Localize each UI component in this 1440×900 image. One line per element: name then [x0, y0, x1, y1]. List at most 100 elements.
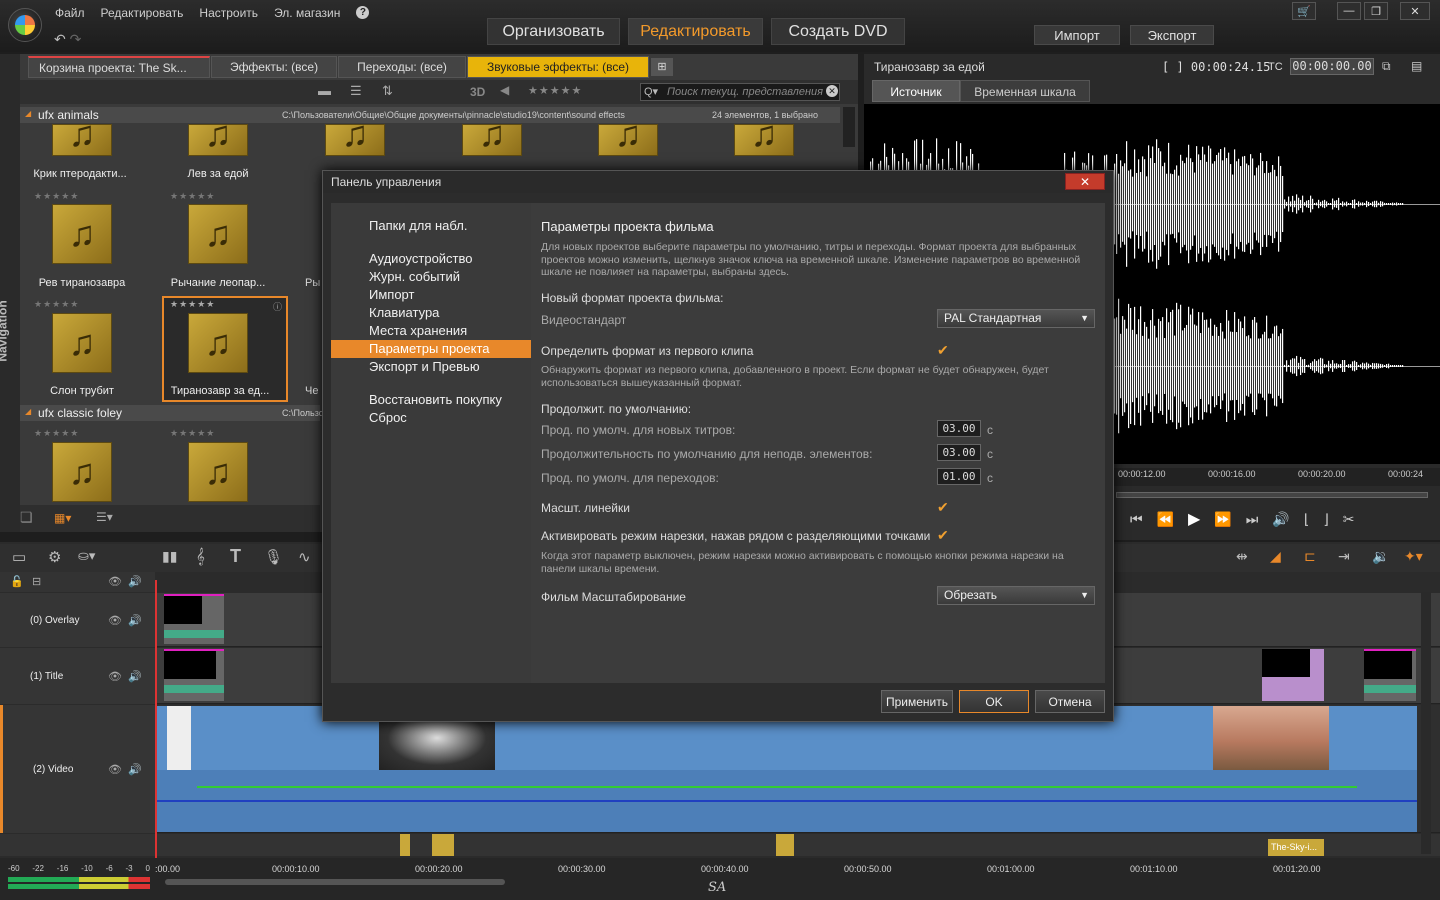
nav-import[interactable]: Импорт — [331, 286, 531, 304]
rating-filter[interactable]: ★★★★★ — [528, 84, 582, 97]
overlay-clip[interactable] — [164, 594, 224, 644]
sound-tile-selected[interactable]: ♫ — [188, 313, 248, 373]
audio-track[interactable]: The-Sky-i... — [0, 834, 1440, 856]
title-clip[interactable] — [1364, 649, 1416, 701]
rating-stars[interactable]: ★★★★★ — [34, 428, 79, 439]
speaker-icon[interactable]: 🔊 — [128, 763, 142, 776]
audio-clip[interactable] — [400, 834, 410, 856]
timeline-ruler[interactable]: :00.00 00:00:10.00 00:00:20.00 00:00:30.… — [0, 858, 1440, 900]
sound-tile[interactable]: ♫ — [188, 204, 248, 264]
menu-settings[interactable]: Настроить — [199, 6, 258, 20]
trim-mode-checkbox[interactable]: ✔ — [937, 528, 951, 542]
trim-icon[interactable]: ⇥ — [1338, 548, 1350, 565]
layers-icon[interactable]: ❏ — [20, 509, 33, 526]
redo-icon[interactable]: ↷ — [70, 31, 82, 47]
menu-edit[interactable]: Редактировать — [101, 6, 184, 20]
scissors-icon[interactable]: ✂ — [1343, 511, 1355, 528]
timecode-input[interactable]: 00:00:00.00 — [1290, 58, 1374, 75]
step-forward-icon[interactable]: ⏩ — [1214, 511, 1231, 528]
microphone-icon[interactable]: 🎙 — [264, 548, 283, 566]
group-header-foley[interactable]: ufx classic foley C:\Пользо — [20, 405, 324, 421]
speaker-icon[interactable]: 🔊 — [128, 575, 142, 588]
help-icon[interactable]: ? — [356, 6, 370, 19]
nav-storage[interactable]: Места хранения — [331, 322, 531, 340]
player-scrubber[interactable] — [1116, 492, 1428, 498]
fullscreen-icon[interactable]: ⧉ — [1382, 59, 1391, 74]
sound-tile[interactable]: ♫ — [734, 113, 794, 156]
audio-mixer-icon[interactable]: ▮▮ — [162, 548, 177, 565]
clear-search-icon[interactable]: ✕ — [826, 85, 838, 97]
timeline-settings-icon[interactable]: ▭ — [12, 548, 26, 566]
transition-duration-input[interactable]: 01.00 — [937, 468, 981, 485]
nav-audio-device[interactable]: Аудиоустройство — [331, 250, 531, 268]
tag-icon[interactable]: ◀ — [500, 83, 509, 97]
undo-icon[interactable]: ↶ — [54, 31, 66, 47]
speaker-icon[interactable]: 🔊 — [128, 670, 142, 683]
list-view-icon[interactable]: ☰▾ — [96, 510, 113, 524]
sound-tile[interactable]: ♫ — [52, 442, 112, 502]
tab-project-bin[interactable]: Корзина проекта: The Sk... — [28, 56, 210, 78]
detect-format-checkbox[interactable]: ✔ — [937, 343, 951, 357]
cart-icon[interactable]: 🛒 — [1292, 2, 1316, 20]
maximize-icon[interactable]: ❐ — [1364, 2, 1388, 20]
navigation-strip[interactable]: Navigation — [0, 54, 20, 532]
organize-button[interactable]: Организовать — [487, 18, 620, 45]
volume-icon[interactable]: 🔊 — [1272, 511, 1289, 528]
library-search-input[interactable]: Поиск текущ. представления — [640, 83, 840, 101]
sound-tile[interactable]: ♫ — [325, 113, 385, 156]
grid-view-icon[interactable]: ▦▾ — [54, 511, 71, 525]
film-scale-dropdown[interactable]: Обрезать — [937, 586, 1095, 605]
layout-icon[interactable]: ▤ — [1411, 59, 1422, 73]
list-view-icon[interactable]: ☰ — [350, 83, 362, 99]
nav-event-log[interactable]: Журн. событий — [331, 268, 531, 286]
apply-button[interactable]: Применить — [881, 690, 953, 713]
rating-stars[interactable]: ★★★★★ — [170, 299, 215, 310]
sound-tile[interactable]: ♫ — [52, 204, 112, 264]
collapse-icon[interactable]: ◢ — [25, 407, 31, 416]
player-ruler[interactable]: 00:00:12.00 00:00:16.00 00:00:20.00 00:0… — [1112, 468, 1440, 486]
rating-stars[interactable]: ★★★★★ — [170, 428, 215, 439]
rating-stars[interactable]: ★★★★★ — [34, 299, 79, 310]
menu-file[interactable]: Файл — [55, 6, 85, 20]
minimize-icon[interactable]: — — [1337, 2, 1361, 20]
track-monitor-icon[interactable]: ⊟ — [32, 575, 41, 588]
export-button[interactable]: Экспорт — [1130, 25, 1214, 45]
close-window-icon[interactable]: ✕ — [1400, 2, 1430, 20]
go-start-icon[interactable]: ⏮ — [1130, 511, 1143, 528]
add-tab-icon[interactable]: ⊞ — [651, 58, 673, 76]
nav-keyboard[interactable]: Клавиатура — [331, 304, 531, 322]
sound-tile[interactable]: ♫ — [52, 113, 112, 156]
title-icon[interactable]: T — [230, 546, 241, 567]
wand-icon[interactable]: ✦▾ — [1404, 548, 1423, 565]
play-icon[interactable]: ▶ — [1188, 509, 1200, 529]
eye-icon[interactable]: 👁 — [108, 670, 122, 683]
audio-clip[interactable] — [776, 834, 794, 856]
step-back-icon[interactable]: ⏪ — [1157, 511, 1174, 528]
tab-transitions[interactable]: Переходы: (все) — [338, 56, 466, 78]
title-duration-input[interactable]: 03.00 — [937, 420, 981, 437]
speaker-icon[interactable]: 🔊 — [128, 614, 142, 627]
rating-stars[interactable]: ★★★★★ — [34, 191, 79, 202]
tab-timeline[interactable]: Временная шкала — [960, 80, 1090, 102]
title-clip[interactable] — [164, 649, 224, 701]
eye-icon[interactable]: 👁 — [108, 763, 122, 776]
folder-icon[interactable]: ▬ — [318, 83, 331, 98]
snap-icon[interactable]: ⊏ — [1304, 548, 1316, 565]
nav-export-preview[interactable]: Экспорт и Превью — [331, 358, 531, 376]
audio-clip-sky[interactable]: The-Sky-i... — [1268, 839, 1324, 856]
app-logo[interactable] — [8, 8, 42, 42]
effects-icon[interactable]: ∿ — [298, 548, 311, 566]
timeline-vscroll[interactable] — [1421, 592, 1431, 854]
nav-restore-purchase[interactable]: Восстановить покупку — [331, 391, 531, 409]
sort-icon[interactable]: ⇅ — [382, 83, 393, 99]
sound-tile[interactable]: ♫ — [52, 313, 112, 373]
audio-scrub-icon[interactable]: 🔉 — [1372, 548, 1389, 565]
split-icon[interactable]: ⇹ — [1236, 548, 1248, 565]
video-standard-dropdown[interactable]: PAL Стандартная — [937, 309, 1095, 328]
ok-button[interactable]: OK — [959, 690, 1029, 713]
magnet-icon[interactable]: ◢ — [1270, 548, 1281, 565]
cancel-button[interactable]: Отмена — [1035, 690, 1105, 713]
nav-watch-folders[interactable]: Папки для набл. — [331, 217, 531, 235]
gear-icon[interactable]: ⚙ — [48, 548, 61, 566]
sound-tile[interactable]: ♫ — [598, 113, 658, 156]
